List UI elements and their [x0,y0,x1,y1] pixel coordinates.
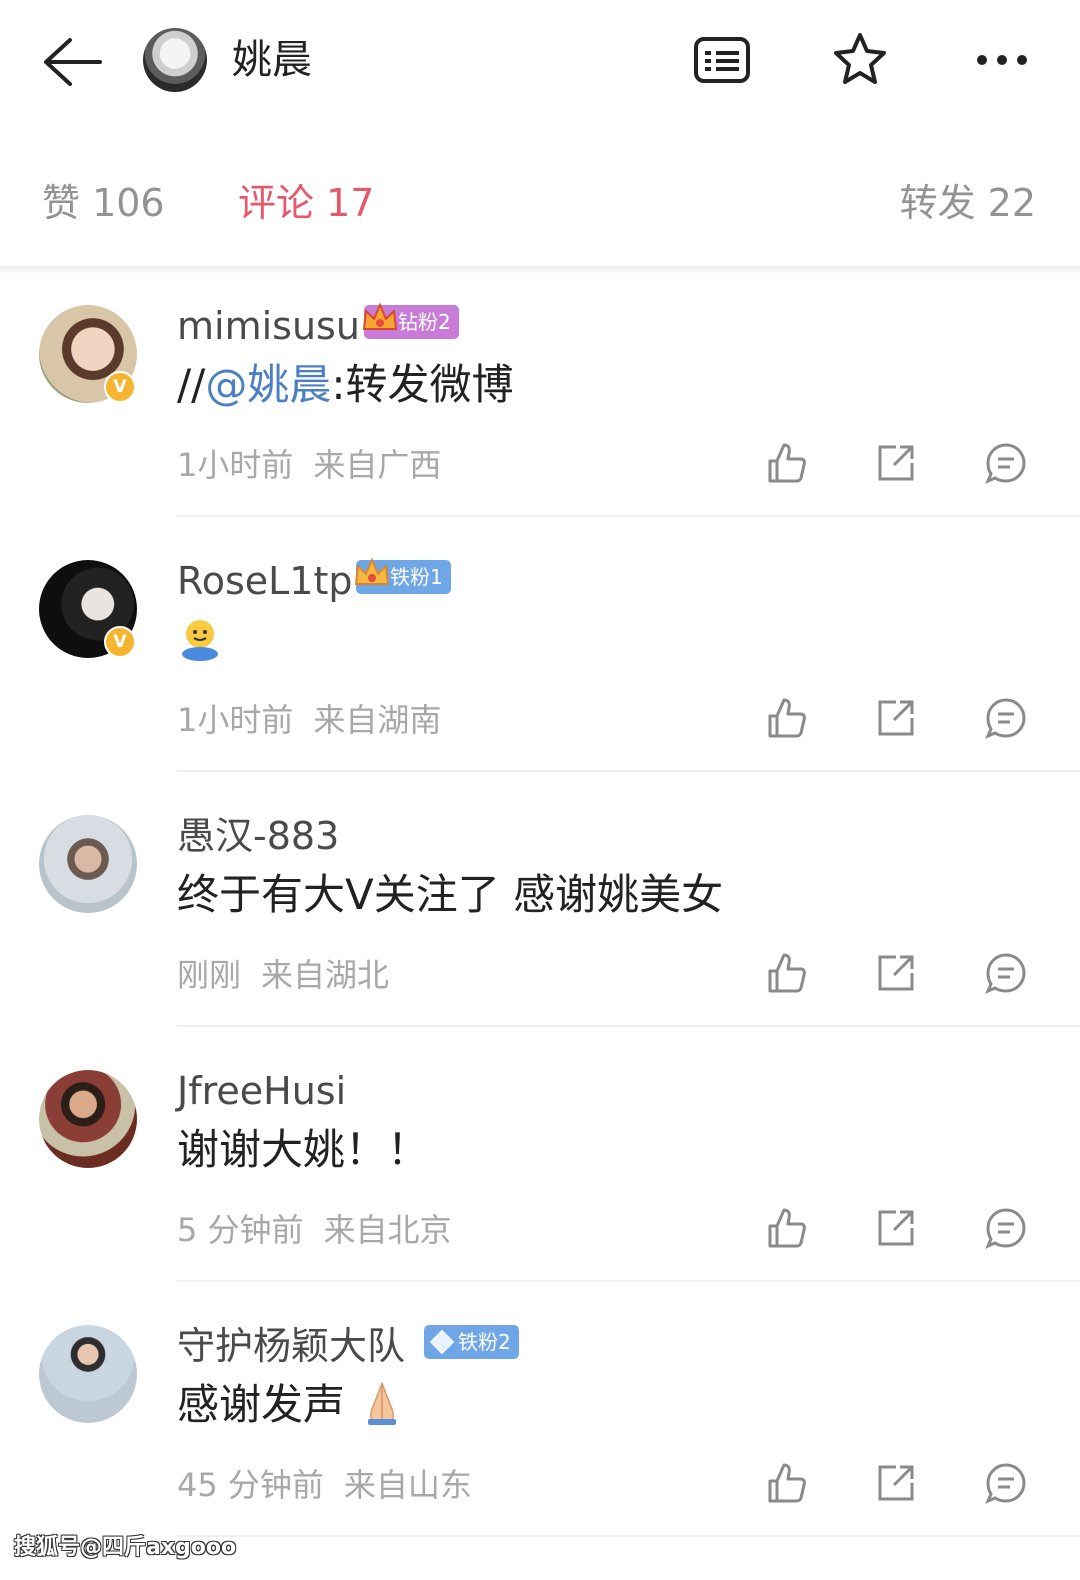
username[interactable]: RoseL1tp [177,558,353,604]
fan-badge-label: 铁粉1 [390,565,443,589]
location: 来自山东 [343,1466,472,1504]
diamond-icon [429,1329,455,1355]
timestamp: 刚刚 [177,956,242,994]
timestamp: 1小时前 [177,446,294,484]
timestamp: 5 分钟前 [177,1211,304,1249]
username[interactable]: 守护杨颖大队 [177,1323,405,1369]
comment-icon[interactable] [984,696,1028,740]
mention-link[interactable]: @姚晨 [205,360,331,409]
tab-likes[interactable]: 赞 106 [42,180,165,226]
comment-icon[interactable] [984,441,1028,485]
star-icon[interactable] [830,30,890,90]
share-icon[interactable] [874,441,918,485]
comment-meta: 1小时前 来自广西 [177,445,441,485]
location: 来自北京 [323,1211,452,1249]
avatar[interactable] [39,1070,137,1168]
fan-badge[interactable]: 铁粉1 [354,557,451,594]
location: 来自湖北 [261,956,390,994]
pray-emoji-icon [368,1382,397,1425]
divider [177,1535,1080,1537]
back-arrow-icon[interactable] [40,34,104,90]
divider [177,515,1080,517]
comment-icon[interactable] [984,1206,1028,1250]
comment-text: //@姚晨:转发微博 [177,357,513,413]
tab-comments[interactable]: 评论 17 [238,180,374,226]
verified-badge: V [104,626,136,658]
page-title[interactable]: 姚晨 [232,34,312,86]
share-icon[interactable] [874,1461,918,1505]
divider [177,1280,1080,1282]
comment-item: 愚汉-883 终于有大V关注了 感谢姚美女 刚刚 来自湖北 [0,813,1080,1070]
tab-bar: 赞 106 评论 17 转发 22 [0,160,1080,250]
username[interactable]: mimisusu [177,303,360,349]
comment-item: JfreeHusi 谢谢大姚！！ 5 分钟前 来自北京 [0,1068,1080,1325]
fan-badge[interactable]: 铁粉2 [424,1325,519,1359]
tab-bar-divider [0,266,1080,274]
comment-meta: 45 分钟前 来自山东 [177,1465,472,1505]
fan-badge-label: 铁粉2 [458,1330,511,1354]
share-icon[interactable] [874,951,918,995]
more-icon[interactable] [972,30,1032,90]
like-icon[interactable] [764,1461,808,1505]
verified-badge: V [104,371,136,403]
comment-text: 谢谢大姚！！ [177,1125,430,1174]
timestamp: 45 分钟前 [177,1466,324,1504]
comment-text-prefix: // [177,360,206,409]
list-icon[interactable] [692,30,752,90]
avatar[interactable] [39,815,137,913]
comment-text: 终于有大V关注了 感谢姚美女 [177,870,724,919]
header-avatar[interactable] [143,28,207,92]
fan-badge[interactable]: 钻粉2 [362,302,459,339]
share-icon[interactable] [874,1206,918,1250]
comment-icon[interactable] [984,951,1028,995]
crown-icon [362,302,398,330]
comment-icon[interactable] [984,1461,1028,1505]
divider [177,770,1080,772]
username[interactable]: JfreeHusi [177,1068,346,1114]
comment-text [177,612,223,668]
divider [177,1025,1080,1027]
fan-badge-label: 钻粉2 [398,310,451,334]
comment-meta: 刚刚 来自湖北 [177,955,389,995]
avatar[interactable] [39,1325,137,1423]
like-icon[interactable] [764,441,808,485]
crown-icon [354,557,390,585]
comment-meta: 5 分钟前 来自北京 [177,1210,452,1250]
location: 来自广西 [313,446,442,484]
comment-text: 感谢发声 [177,1377,406,1433]
timestamp: 1小时前 [177,701,294,739]
like-icon[interactable] [764,696,808,740]
hugging-emoji-icon [182,620,218,661]
watermark: 搜狐号@四斤axgooo [14,1535,237,1560]
comment-item: V mimisusu 钻粉2 //@姚晨:转发微博 1小时前 来自广西 [0,302,1080,560]
comment-text-suffix: :转发微博 [331,360,514,409]
comment-item: V RoseL1tp 铁粉1 1小时前 来自湖南 [0,557,1080,815]
comment-text-body: 感谢发声 [177,1380,346,1429]
like-icon[interactable] [764,951,808,995]
share-icon[interactable] [874,696,918,740]
like-icon[interactable] [764,1206,808,1250]
comment-meta: 1小时前 来自湖南 [177,700,441,740]
location: 来自湖南 [313,701,442,739]
top-bar: 姚晨 [0,0,1080,120]
tab-reposts[interactable]: 转发 22 [900,180,1036,226]
username[interactable]: 愚汉-883 [177,813,339,859]
